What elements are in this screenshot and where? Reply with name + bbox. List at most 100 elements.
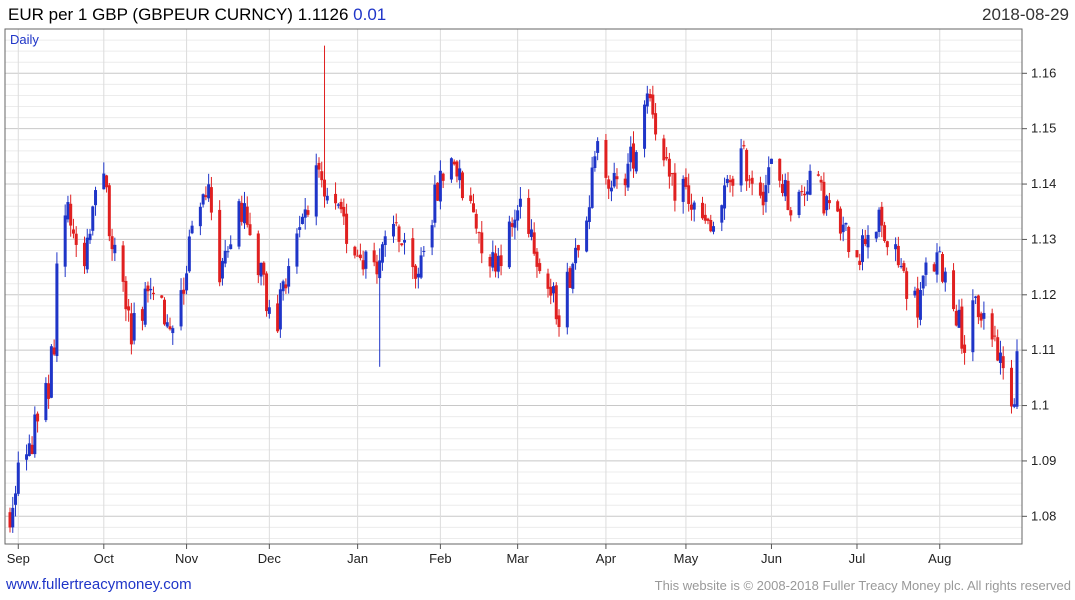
candle-body — [256, 233, 260, 276]
candle-body — [356, 255, 360, 257]
candle-body — [107, 185, 111, 237]
candle-body — [731, 178, 735, 186]
candle-body — [709, 220, 713, 232]
candle-body — [960, 306, 964, 349]
candle-body — [240, 202, 244, 222]
candle-body — [276, 303, 280, 332]
candle-body — [262, 262, 266, 275]
y-tick-label: 1.16 — [1031, 65, 1056, 80]
candle-body — [574, 247, 578, 264]
candle-body — [8, 512, 12, 528]
candle-body — [538, 263, 542, 272]
candle-body — [841, 224, 845, 233]
candle-body — [877, 209, 881, 232]
candle-body — [496, 255, 500, 272]
candle-body — [69, 203, 73, 226]
candle-body — [767, 167, 771, 185]
candle-body — [105, 175, 109, 188]
candle-body — [838, 208, 842, 234]
candle-body — [764, 185, 768, 202]
candle-body — [684, 177, 688, 187]
candle-body — [905, 271, 909, 299]
candle-body — [110, 236, 114, 250]
candle-body — [557, 315, 561, 327]
candle-body — [979, 313, 983, 321]
candlestick-chart: 1.08 1.09 1.1 1.11 1.12 1.13 1.14 1.15 1.16 Sep Oc… — [4, 28, 1056, 566]
candle-body — [452, 161, 456, 165]
candle-body — [422, 250, 426, 252]
candle-body — [941, 254, 945, 282]
candle-body — [507, 221, 511, 268]
candle-body — [306, 210, 310, 215]
candle-body — [706, 218, 710, 221]
candle-body — [745, 149, 749, 182]
candle-body — [149, 288, 153, 291]
candle-body — [325, 195, 329, 201]
candle-body — [786, 180, 790, 210]
candle-body — [712, 226, 716, 232]
candle-body — [651, 94, 655, 115]
candle-body — [518, 198, 522, 207]
candle-body — [896, 245, 900, 266]
candle-body — [121, 245, 125, 282]
candle-body — [590, 167, 594, 208]
candle-body — [667, 158, 671, 177]
candle-body — [863, 238, 867, 245]
grid-lines — [5, 29, 1022, 544]
x-tick-label: Jun — [761, 551, 782, 566]
candle-body — [187, 236, 191, 272]
candle-body — [571, 263, 575, 289]
candle-body — [259, 262, 263, 277]
candle-body — [458, 168, 462, 181]
candle-body — [82, 242, 86, 267]
candle-body — [146, 285, 150, 292]
candle-body — [692, 202, 696, 210]
candle-body — [844, 222, 848, 225]
candle-body — [411, 238, 415, 268]
candle-body — [303, 209, 307, 218]
candle-body — [883, 225, 887, 241]
candle-body — [229, 244, 233, 250]
candle-body — [44, 382, 48, 421]
candle-body — [971, 300, 975, 353]
candle-body — [94, 190, 98, 206]
candle-body — [723, 185, 727, 209]
candle-body — [460, 172, 464, 199]
candle-body — [11, 507, 15, 528]
candle-body — [612, 172, 616, 187]
candle-body — [372, 250, 376, 263]
copyright-text: This website is © 2008-2018 Fuller Treac… — [654, 578, 1071, 593]
candle-body — [938, 251, 942, 253]
candle-body — [403, 240, 407, 243]
candle-body — [165, 322, 169, 327]
candle-body — [323, 179, 327, 197]
candle-body — [220, 260, 224, 279]
candle-body — [85, 237, 89, 270]
candle-body — [847, 226, 851, 253]
y-tick-label: 1.11 — [1031, 342, 1055, 357]
candle-body — [976, 295, 980, 318]
candle-body — [645, 93, 649, 107]
candle-body — [816, 174, 820, 176]
candle-body — [151, 292, 155, 295]
site-link[interactable]: www.fullertreacymoney.com — [6, 576, 192, 593]
candle-body — [861, 235, 865, 263]
candle-body — [513, 219, 517, 228]
candle-body — [248, 224, 252, 236]
candle-body — [198, 206, 202, 227]
candle-body — [474, 213, 478, 229]
candle-body — [488, 256, 492, 267]
candle-body — [998, 352, 1002, 363]
y-tick-label: 1.1 — [1031, 398, 1049, 413]
candle-body — [932, 264, 936, 272]
candle-body — [449, 158, 453, 180]
candle-body — [510, 223, 514, 227]
candle-body — [394, 222, 398, 224]
candle-body — [808, 170, 812, 195]
candle-body — [494, 253, 498, 272]
x-tick-label: Oct — [94, 551, 115, 566]
candle-body — [565, 271, 569, 328]
candle-body — [364, 251, 368, 269]
x-tick-label: Mar — [506, 551, 529, 566]
candle-body — [629, 146, 633, 163]
